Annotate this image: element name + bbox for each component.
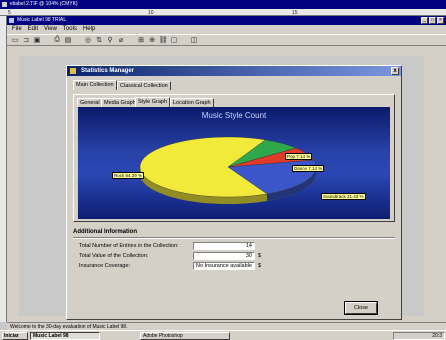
- value-label: Total Value of the Collection:: [79, 253, 149, 259]
- task-music-label[interactable]: Music Label 98: [30, 332, 100, 340]
- slice-label-rock: Rock 64.29 %: [112, 172, 145, 179]
- photoshop-title-bar[interactable]: etiabel 2.TIF @ 104% (CMYK): [0, 0, 446, 9]
- pie-chart-svg: [139, 136, 317, 204]
- menu-file[interactable]: File: [12, 25, 22, 34]
- save-icon[interactable]: ▣: [33, 36, 41, 44]
- new-icon[interactable]: ▭: [11, 36, 19, 44]
- value-unit: $: [258, 253, 262, 259]
- slice-label-pop: Pop 7.14 %: [285, 153, 313, 160]
- open-icon[interactable]: ⊐: [22, 36, 30, 44]
- stats-icon[interactable]: ◎: [84, 36, 92, 44]
- search-icon[interactable]: ⚲: [106, 36, 114, 44]
- minimize-button[interactable]: _: [421, 17, 428, 24]
- statistics-manager-dialog: Statistics Manager x Main Collection Cla…: [66, 65, 402, 320]
- start-button[interactable]: Iniciar: [2, 332, 28, 340]
- clock: 20:3: [432, 333, 442, 339]
- entries-label: Total Number of Entries in the Collectio…: [79, 243, 179, 249]
- tab-classical-collection[interactable]: Classical Collection: [117, 81, 171, 90]
- app-title-bar[interactable]: Music Label 98 TRIAL _ □ ×: [7, 16, 446, 25]
- additional-information: Additional Information Total Number of E…: [73, 229, 395, 277]
- insurance-unit: $: [258, 263, 262, 269]
- start-label: Iniciar: [4, 333, 19, 339]
- tab-general[interactable]: General: [77, 98, 103, 107]
- photoshop-icon: [2, 2, 7, 7]
- menu-view[interactable]: View: [44, 25, 57, 34]
- style-pie-chart: Music Style Count Pop 7.14 % Dance 7.14 …: [78, 107, 390, 219]
- photoshop-title: etiabel 2.TIF @ 104% (CMYK): [10, 1, 78, 7]
- tab-location-graph[interactable]: Location Graph: [170, 98, 214, 107]
- tab-media-graph[interactable]: Media Graph: [101, 98, 139, 107]
- toolbar: ▭ ⊐ ▣ ⎙ ▤ ◎ ⇅ ⚲ ⌀ ⊞ ⊕ ⛓ ▢ ◫: [7, 34, 446, 46]
- menu-help[interactable]: Help: [83, 25, 95, 34]
- layout-icon[interactable]: ◫: [190, 36, 198, 44]
- window-icon[interactable]: ▢: [170, 36, 178, 44]
- zoom-icon[interactable]: ⊕: [148, 36, 156, 44]
- status-bar: Welcome to the 30-day evaluation of Musi…: [7, 322, 446, 330]
- collection-panel: General Media Graph Style Graph Location…: [73, 94, 395, 222]
- maximize-button[interactable]: □: [429, 17, 436, 24]
- additional-info-heading: Additional Information: [73, 229, 137, 235]
- app-title: Music Label 98 TRIAL: [17, 17, 67, 23]
- system-tray: 20:3: [393, 332, 445, 340]
- dialog-icon: [70, 68, 76, 74]
- menu-bar: File Edit View Tools Help: [7, 25, 446, 34]
- vertical-ruler: [0, 16, 7, 322]
- close-button[interactable]: Close: [344, 301, 378, 315]
- value-field[interactable]: 30: [193, 252, 255, 260]
- tag-icon[interactable]: ⌀: [117, 36, 125, 44]
- taskbar: Iniciar Music Label 98 Adobe Photoshop 2…: [0, 330, 446, 340]
- entries-field[interactable]: 14: [193, 242, 255, 250]
- sort-icon[interactable]: ⇅: [95, 36, 103, 44]
- tab-main-collection[interactable]: Main Collection: [73, 80, 117, 90]
- link-icon[interactable]: ⛓: [159, 36, 168, 44]
- task-photoshop[interactable]: Adobe Photoshop: [140, 332, 230, 340]
- slice-label-soundtrack: Soundtrack 21.43 %: [321, 193, 366, 200]
- menu-tools[interactable]: Tools: [63, 25, 77, 34]
- grid-icon[interactable]: ⊞: [137, 36, 145, 44]
- close-window-button[interactable]: ×: [437, 17, 444, 24]
- dialog-close-icon[interactable]: x: [391, 67, 399, 75]
- print-icon[interactable]: ⎙: [53, 36, 61, 44]
- insurance-label: Insurance Coverage:: [79, 263, 131, 269]
- dialog-title-bar[interactable]: Statistics Manager x: [67, 66, 401, 76]
- preview-icon[interactable]: ▤: [64, 36, 72, 44]
- tab-style-graph[interactable]: Style Graph: [135, 97, 171, 107]
- insurance-field[interactable]: No Insurance available: [193, 262, 255, 270]
- dialog-title: Statistics Manager: [81, 68, 135, 74]
- app-icon: [9, 18, 14, 23]
- menu-edit[interactable]: Edit: [28, 25, 38, 34]
- slice-label-dance: Dance 7.14 %: [292, 165, 325, 172]
- horizontal-ruler: 5 10 15: [0, 9, 446, 16]
